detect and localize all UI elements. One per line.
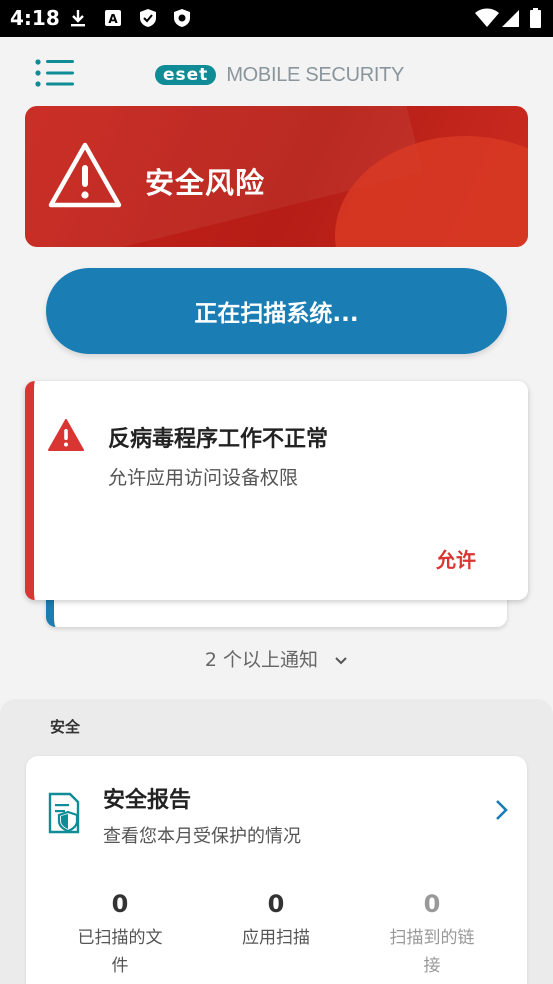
alert-icon (48, 419, 84, 451)
app-header: eset MOBILE SECURITY (0, 37, 553, 107)
warning-icon (48, 142, 122, 208)
stat-value: 0 (267, 890, 285, 918)
more-notifications-label: 2 个以上通知 (204, 649, 319, 671)
download-icon (71, 10, 85, 27)
notification-title: 反病毒程序工作不正常 (108, 427, 329, 452)
stat-label: 扫描到的链接 (389, 928, 475, 976)
risk-title: 安全风险 (145, 166, 266, 200)
report-shield-icon (48, 792, 80, 834)
more-notifications[interactable]: 2 个以上通知 (0, 645, 553, 672)
chevron-down-icon (335, 656, 347, 664)
chevron-right-icon[interactable] (493, 798, 509, 822)
status-bar: 4:18 A (0, 0, 553, 37)
shield-icon (140, 9, 156, 27)
svg-text:A: A (108, 12, 118, 26)
status-time: 4:18 (10, 6, 60, 30)
shield-eset-icon (174, 9, 190, 27)
section-title: 安全 (50, 718, 81, 736)
notification-subtitle: 允许应用访问设备权限 (108, 467, 299, 489)
product-name: MOBILE SECURITY (226, 63, 405, 86)
security-risk-banner[interactable]: 安全风险 (25, 106, 528, 247)
report-subtitle: 查看您本月受保护的情况 (103, 826, 301, 847)
stat-label: 应用扫描 (242, 928, 310, 948)
security-report-card[interactable]: 安全报告 查看您本月受保护的情况 0 已扫描的文件 0 应用扫描 0 扫描到的链… (26, 756, 527, 984)
menu-icon[interactable] (34, 57, 76, 89)
report-title: 安全报告 (103, 788, 192, 813)
a-icon: A (105, 10, 121, 26)
stat-app-scans: 0 应用扫描 (216, 890, 336, 952)
scan-button[interactable]: 正在扫描系统... (46, 268, 507, 354)
stat-scanned-links: 0 扫描到的链接 (372, 890, 492, 980)
wifi-icon (475, 8, 499, 27)
notification-card[interactable]: 反病毒程序工作不正常 允许应用访问设备权限 允许 (25, 381, 528, 600)
brand: eset MOBILE SECURITY (155, 63, 404, 87)
stat-scanned-files: 0 已扫描的文件 (60, 890, 180, 980)
stat-value: 0 (111, 890, 129, 918)
battery-icon (530, 8, 541, 28)
stat-value: 0 (423, 890, 441, 918)
eset-logo: eset (155, 65, 217, 85)
stat-label: 已扫描的文件 (77, 928, 163, 976)
allow-button[interactable]: 允许 (436, 544, 476, 573)
signal-icon (502, 10, 519, 27)
